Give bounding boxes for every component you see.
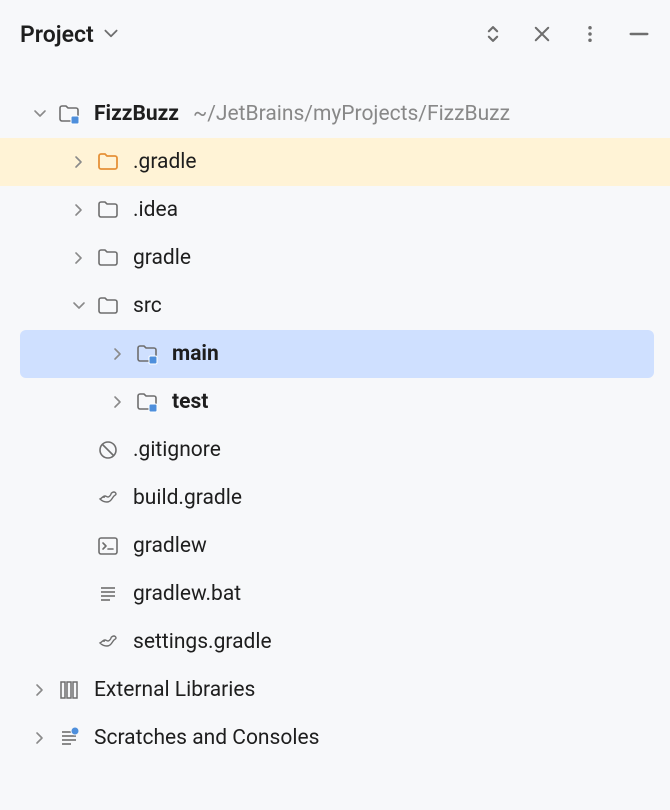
tree-label: gradlew — [133, 534, 207, 558]
close-icon[interactable] — [532, 24, 552, 44]
panel-title: Project — [20, 21, 94, 48]
chevron-down-icon[interactable] — [28, 102, 52, 126]
tree-path-hint: ~/JetBrains/myProjects/FizzBuzz — [193, 102, 510, 126]
tree-label: FizzBuzz — [94, 102, 179, 126]
expand-collapse-icon[interactable] — [482, 23, 504, 45]
chevron-down-icon — [102, 25, 120, 43]
tree-label: gradlew.bat — [133, 582, 241, 606]
gradle-file-icon — [95, 629, 121, 655]
libraries-icon — [56, 677, 82, 703]
tree-label: main — [172, 342, 219, 366]
chevron-right-icon[interactable] — [67, 198, 91, 222]
module-folder-icon — [134, 341, 160, 367]
tree-label: .gitignore — [133, 438, 221, 462]
tree-row[interactable]: src — [0, 282, 670, 330]
tree-row[interactable]: .idea — [0, 186, 670, 234]
chevron-right-icon[interactable] — [106, 342, 130, 366]
project-tree: FizzBuzz ~/JetBrains/myProjects/FizzBuzz… — [0, 68, 670, 762]
minimize-icon[interactable] — [628, 23, 650, 45]
tree-row[interactable]: gradlew — [0, 522, 670, 570]
folder-icon — [95, 293, 121, 319]
tree-row[interactable]: gradlew.bat — [0, 570, 670, 618]
tree-label: build.gradle — [133, 486, 242, 510]
tree-label: settings.gradle — [133, 630, 272, 654]
panel-title-dropdown[interactable]: Project — [20, 21, 120, 48]
tree-row[interactable]: build.gradle — [0, 474, 670, 522]
chevron-right-icon[interactable] — [28, 726, 52, 750]
text-file-icon — [95, 581, 121, 607]
tree-label: Scratches and Consoles — [94, 726, 319, 750]
panel-actions — [482, 23, 650, 45]
chevron-right-icon[interactable] — [106, 390, 130, 414]
panel-header: Project — [0, 0, 670, 68]
tree-row[interactable]: .gitignore — [0, 426, 670, 474]
module-folder-icon — [56, 101, 82, 127]
chevron-right-icon[interactable] — [28, 678, 52, 702]
folder-icon — [95, 197, 121, 223]
tree-row-selected[interactable]: main — [20, 330, 654, 378]
gradle-file-icon — [95, 485, 121, 511]
tree-label: src — [133, 294, 162, 318]
chevron-down-icon[interactable] — [67, 294, 91, 318]
tree-row-external-libraries[interactable]: External Libraries — [0, 666, 670, 714]
tree-row-scratches[interactable]: Scratches and Consoles — [0, 714, 670, 762]
tree-label: .idea — [133, 198, 178, 222]
chevron-right-icon[interactable] — [67, 246, 91, 270]
tree-label: External Libraries — [94, 678, 255, 702]
tree-row[interactable]: .gradle — [0, 138, 670, 186]
tree-row-root[interactable]: FizzBuzz ~/JetBrains/myProjects/FizzBuzz — [0, 90, 670, 138]
module-folder-icon — [134, 389, 160, 415]
tree-label: gradle — [133, 246, 191, 270]
chevron-right-icon[interactable] — [67, 150, 91, 174]
more-icon[interactable] — [580, 24, 600, 44]
tree-label: .gradle — [133, 150, 197, 174]
shell-file-icon — [95, 533, 121, 559]
tree-label: test — [172, 390, 208, 414]
scratches-icon — [56, 725, 82, 751]
tree-row[interactable]: gradle — [0, 234, 670, 282]
folder-icon — [95, 245, 121, 271]
ignore-file-icon — [95, 437, 121, 463]
excluded-folder-icon — [95, 149, 121, 175]
tree-row[interactable]: test — [0, 378, 670, 426]
tree-row[interactable]: settings.gradle — [0, 618, 670, 666]
